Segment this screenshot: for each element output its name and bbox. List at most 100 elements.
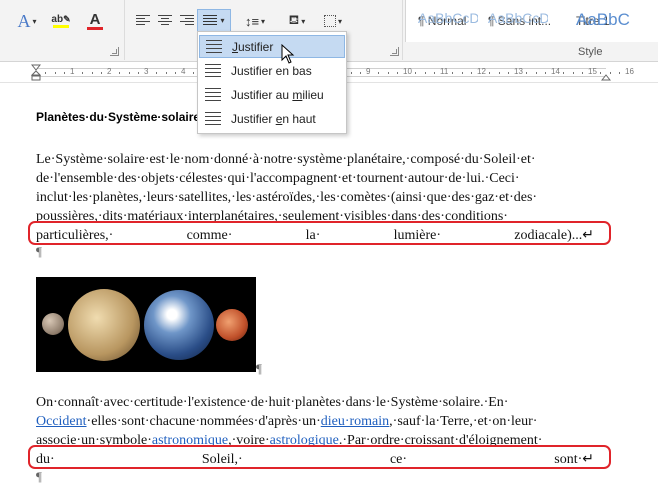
justify-icon [203, 14, 218, 25]
font-color-button[interactable]: A [80, 10, 110, 32]
ruler-tick [563, 72, 564, 74]
ruler-tick [545, 72, 546, 74]
ruler-number: 15 [588, 67, 597, 76]
ruler-tick [536, 72, 537, 74]
document-title[interactable]: Planètes·du·Système·solaire [36, 110, 200, 124]
align-right-icon [180, 15, 194, 25]
text-line: Le·Système·solaire·est·le·nom·donné·à·no… [36, 152, 536, 167]
ruler-tick [92, 72, 93, 74]
menu-item-label: Justifier en haut [231, 111, 316, 126]
menu-item-justifier-en-bas[interactable]: Justifier en bas [199, 59, 345, 82]
text-effects-icon: A [17, 10, 31, 31]
ruler-tick [129, 72, 130, 74]
paragraph-group-launcher-icon[interactable] [390, 47, 399, 56]
ruler-tick [582, 72, 583, 74]
highlight-box-1 [28, 221, 611, 245]
borders-button[interactable]: ▾ [318, 10, 348, 32]
ruler-tick [462, 72, 463, 74]
style-heading-1[interactable]: AaBbC Titre 1 [576, 10, 630, 29]
style-preview: AaBbCcDc [488, 10, 548, 26]
text-line: Occident·elles·sont·chacune·nommées·d'ap… [36, 412, 594, 431]
line-spacing-button[interactable]: ↕≡ ▾ [240, 10, 270, 32]
menu-item-justifier-au-milieu[interactable]: Justifier au milieu [199, 83, 345, 106]
ruler-tick [360, 72, 361, 74]
ruler-tick [193, 72, 194, 74]
ruler-number: 4 [181, 67, 186, 76]
style-no-spacing[interactable]: AaBbCcDc ¶ Sans int... [488, 10, 551, 28]
ruler-tick [351, 72, 352, 74]
menu-item-justifier-en-haut[interactable]: Justifier en haut [199, 107, 345, 130]
ruler-number: 16 [625, 67, 634, 76]
ruler-tick [452, 72, 453, 74]
paragraph-mark: ¶ [36, 244, 42, 259]
ruler-number: 3 [144, 67, 149, 76]
style-preview: AaBbCcDc [418, 10, 478, 26]
text-line: inclut·les·planètes,·leurs·satellites,·l… [36, 190, 538, 205]
font-group-launcher-icon[interactable] [110, 47, 119, 56]
font-color-icon: A [89, 10, 101, 28]
indent-marker-icon[interactable] [31, 64, 41, 82]
ruler-tick [45, 72, 46, 74]
ruler-tick [573, 72, 574, 74]
ruler-tick [55, 72, 56, 74]
ruler-tick [397, 72, 398, 74]
ruler-tick [471, 72, 472, 74]
venus-image [68, 289, 140, 361]
ruler-number: 1 [70, 67, 75, 76]
ruler-tick [415, 72, 416, 74]
mercury-image [42, 313, 64, 335]
highlight-box-2 [28, 445, 611, 469]
align-left-icon [136, 15, 150, 25]
ruler-tick [166, 72, 167, 74]
ribbon-separator [124, 0, 125, 60]
link-dieu-romain[interactable]: dieu·romain [321, 414, 389, 429]
align-center-button[interactable] [155, 10, 175, 32]
text-run: ·elles·sont·chacune·nommées·d'après·un· [86, 414, 321, 429]
justify-top-icon [205, 111, 221, 126]
ribbon-separator [402, 0, 403, 60]
highlight-color-swatch [53, 25, 69, 28]
ruler-tick [101, 72, 102, 74]
mouse-cursor-icon [281, 44, 295, 64]
justify-bottom-icon [205, 63, 221, 78]
styles-gallery: AaBbCcDc ¶ Normal AaBbCcDc ¶ Sans int...… [405, 0, 658, 42]
chevron-down-icon: ▾ [220, 16, 225, 25]
menu-item-justifier[interactable]: Justifier [199, 35, 345, 58]
ruler-tick [138, 72, 139, 74]
link-occident[interactable]: Occident [36, 414, 87, 429]
justify-dropdown-menu: Justifier Justifier en bas Justifier au … [197, 31, 347, 134]
ruler-number: 13 [514, 67, 523, 76]
ruler-number: 12 [477, 67, 486, 76]
mars-image [216, 309, 248, 341]
ruler-number: 10 [403, 67, 412, 76]
ruler-tick [82, 72, 83, 74]
paragraph-mark: ¶ [256, 361, 262, 376]
highlight-color-button[interactable]: ab✎ [46, 10, 76, 32]
align-center-icon [158, 15, 172, 25]
chevron-down-icon: ▾ [261, 16, 266, 26]
planets-image[interactable] [36, 277, 256, 372]
font-color-swatch [87, 26, 103, 30]
ruler-tick [499, 72, 500, 74]
text-effects-button[interactable]: A ▾ [12, 10, 42, 32]
justify-icon [206, 39, 222, 54]
menu-item-label: Justifier en bas [231, 63, 312, 78]
align-left-button[interactable] [133, 10, 153, 32]
ruler-tick [619, 72, 620, 74]
ruler-tick [526, 72, 527, 74]
ruler-tick [610, 72, 611, 74]
ruler-tick [64, 72, 65, 74]
style-normal[interactable]: AaBbCcDc ¶ Normal [418, 10, 478, 28]
style-preview: AaBbC [576, 10, 630, 29]
chevron-down-icon: ▾ [32, 16, 37, 26]
justify-middle-icon [205, 87, 221, 102]
ruler-tick [425, 72, 426, 74]
ruler-tick [378, 72, 379, 74]
style-group-label: Style [578, 46, 603, 58]
ruler-number: 9 [366, 67, 371, 76]
justify-button[interactable]: ▾ [197, 9, 231, 32]
align-right-button[interactable] [177, 10, 197, 32]
ruler-tick [119, 72, 120, 74]
shading-button[interactable]: ⛾ ▾ [282, 10, 312, 32]
borders-icon [323, 15, 336, 27]
